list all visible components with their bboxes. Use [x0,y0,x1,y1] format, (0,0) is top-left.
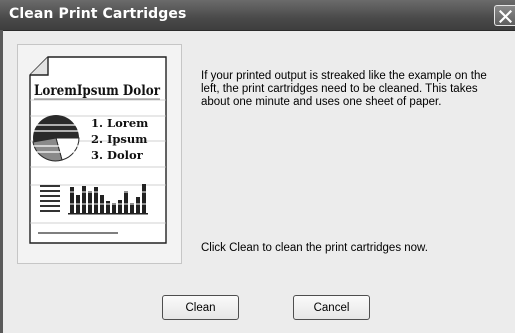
streaked-printout-illustration: LoremIpsum Dolor 1. Lorem 2. Ipsum 3. Do… [17,44,182,264]
close-icon [499,10,512,23]
illustration-list-item-3: 3. Dolor [91,148,144,162]
description-text: If your printed output is streaked like … [201,70,487,108]
close-button[interactable] [494,5,515,26]
printout-page-image: LoremIpsum Dolor 1. Lorem 2. Ipsum 3. Do… [29,56,167,244]
clean-button[interactable]: Clean [162,295,239,320]
pie-chart-icon [32,115,80,162]
illustration-list-item-1: 1. Lorem [91,116,148,130]
window-frame-left [0,30,3,333]
illustration-list-item-2: 2. Ipsum [91,132,147,146]
instruction-text: Click Clean to clean the print cartridge… [201,242,428,254]
cancel-button[interactable]: Cancel [293,295,370,320]
clean-cartridges-dialog: Clean Print Cartridges LoremIpsum Dolor [0,0,515,333]
title-bar: Clean Print Cartridges [0,0,515,31]
window-title: Clean Print Cartridges [9,6,187,22]
illustration-heading: LoremIpsum Dolor [34,83,161,99]
